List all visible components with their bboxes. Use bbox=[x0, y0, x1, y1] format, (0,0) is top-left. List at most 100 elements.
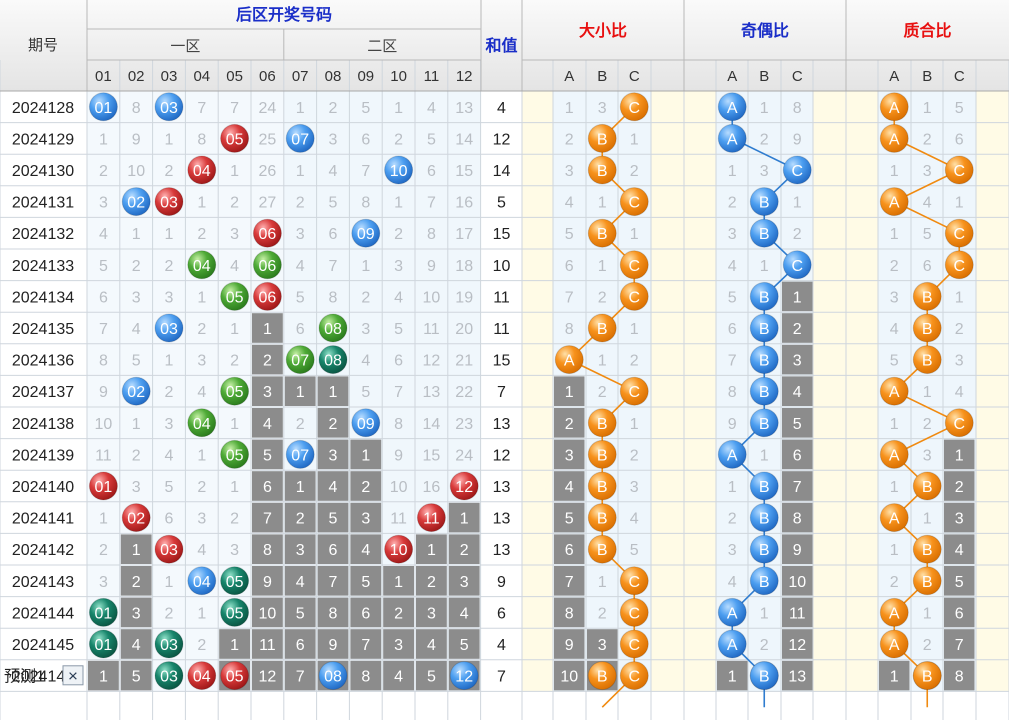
sum-cell: 5 bbox=[497, 195, 506, 212]
number-cell-miss: 1 bbox=[165, 226, 174, 243]
number-cell-miss: 7 bbox=[329, 258, 338, 275]
bigsmall-cell-ball-label: B bbox=[597, 131, 608, 148]
primecomp-pad-left bbox=[846, 91, 878, 692]
number-cell-miss: 3 bbox=[99, 574, 108, 591]
close-icon: × bbox=[68, 667, 78, 686]
number-cell-ball-label: 03 bbox=[160, 195, 178, 212]
number-cell-miss: 24 bbox=[259, 100, 277, 117]
oddeven-cell-miss: 1 bbox=[760, 605, 769, 622]
oddeven-cell-miss: 2 bbox=[760, 131, 769, 148]
number-cell-miss: 2 bbox=[165, 163, 174, 180]
predict-close-button[interactable]: × bbox=[62, 665, 84, 686]
sum-cell: 7 bbox=[497, 669, 506, 686]
number-cell-miss: 1 bbox=[99, 131, 108, 148]
primecomp-cell-ball-label: B bbox=[922, 289, 933, 306]
primecomp-cell-miss: 4 bbox=[955, 384, 964, 401]
bigsmall-cell-stat: 8 bbox=[565, 605, 574, 622]
predict-label: 预测1 bbox=[4, 668, 45, 686]
oddeven-cell-ball-label: B bbox=[759, 574, 770, 591]
bigsmall-cell-ball-label: B bbox=[597, 447, 608, 464]
number-cell-miss: 4 bbox=[394, 289, 403, 306]
number-col-header: 11 bbox=[424, 68, 440, 85]
number-cell-ball-label: 01 bbox=[95, 637, 113, 654]
primecomp-cell-ball-label: A bbox=[889, 195, 900, 212]
number-cell-miss: 1 bbox=[296, 163, 305, 180]
primecomp-cell-stat: 8 bbox=[955, 669, 964, 686]
number-cell-ball-label: 08 bbox=[324, 353, 342, 370]
bigsmall-cell-ball-label: B bbox=[597, 511, 608, 528]
number-cell-miss: 8 bbox=[329, 289, 338, 306]
number-cell-miss: 2 bbox=[99, 542, 108, 559]
primecomp-cell-miss: 3 bbox=[955, 353, 964, 370]
primecomp-cell-miss: 2 bbox=[890, 574, 899, 591]
number-cell-miss: 2 bbox=[165, 605, 174, 622]
bigsmall-col-header: A bbox=[564, 68, 574, 85]
bigsmall-cell-stat: 10 bbox=[560, 669, 578, 686]
number-cell-miss: 5 bbox=[361, 384, 370, 401]
number-cell-miss: 4 bbox=[230, 258, 239, 275]
number-cell-miss: 25 bbox=[259, 131, 277, 148]
number-cell-stat: 4 bbox=[132, 637, 141, 654]
number-cell-stat: 9 bbox=[329, 637, 338, 654]
oddeven-cell-miss: 8 bbox=[728, 384, 737, 401]
oddeven-cell-miss: 4 bbox=[728, 258, 737, 275]
number-cell-ball-label: 03 bbox=[160, 669, 178, 686]
oddeven-cell-miss: 1 bbox=[728, 163, 737, 180]
primecomp-cell-ball-label: C bbox=[953, 226, 965, 243]
oddeven-title: 奇偶比 bbox=[741, 21, 789, 40]
number-cell-miss: 6 bbox=[296, 321, 305, 338]
number-cell-miss: 15 bbox=[423, 447, 441, 464]
number-cell-miss: 1 bbox=[99, 511, 108, 528]
primecomp-cell-miss: 2 bbox=[923, 416, 932, 433]
bigsmall-cell-ball-label: A bbox=[564, 353, 575, 370]
primecomp-cell-stat: 6 bbox=[955, 605, 964, 622]
bigsmall-cell-miss: 7 bbox=[565, 289, 574, 306]
bigsmall-predict-cell-ball-label: B bbox=[597, 669, 608, 686]
primecomp-cell-miss: 2 bbox=[923, 637, 932, 654]
primecomp-pad-right bbox=[976, 91, 1009, 692]
bigsmall-cell-miss: 1 bbox=[565, 100, 574, 117]
bigsmall-cell-ball-label: C bbox=[628, 605, 640, 622]
number-cell-miss: 3 bbox=[197, 511, 206, 528]
number-cell-miss: 7 bbox=[427, 195, 436, 212]
number-cell-miss: 4 bbox=[361, 353, 370, 370]
number-cell-miss: 2 bbox=[197, 226, 206, 243]
oddeven-cell-ball-label: B bbox=[759, 321, 770, 338]
oddeven-cell-ball-label: B bbox=[759, 416, 770, 433]
number-cell-ball-label: 04 bbox=[193, 163, 211, 180]
number-cell-miss: 21 bbox=[455, 353, 473, 370]
period-cell: 2024135 bbox=[12, 321, 74, 338]
number-cell-miss: 1 bbox=[361, 258, 370, 275]
period-cell: 2024140 bbox=[12, 479, 74, 496]
number-cell-stat: 2 bbox=[460, 542, 469, 559]
oddeven-cell-miss: 8 bbox=[793, 100, 802, 117]
number-col-header: 06 bbox=[259, 68, 276, 85]
sum-cell: 10 bbox=[493, 258, 511, 275]
number-cell-stat: 6 bbox=[361, 605, 370, 622]
primecomp-cell-miss: 1 bbox=[890, 416, 899, 433]
number-cell-miss: 10 bbox=[95, 416, 113, 433]
number-cell-miss: 8 bbox=[427, 226, 436, 243]
number-col-header: 05 bbox=[226, 68, 243, 85]
primecomp-cell-miss: 1 bbox=[890, 479, 899, 496]
period-cell: 2024136 bbox=[12, 353, 74, 370]
number-cell-miss: 7 bbox=[230, 100, 239, 117]
predict-number-cell-ball-label: 08 bbox=[324, 669, 342, 686]
number-cell-miss: 1 bbox=[165, 574, 174, 591]
number-col-header: 09 bbox=[357, 68, 374, 85]
back-zone-title: 后区开奖号码 bbox=[236, 5, 332, 24]
oddeven-cell-ball-label: B bbox=[759, 511, 770, 528]
primecomp-cell-ball-label: A bbox=[889, 100, 900, 117]
bigsmall-cell-miss: 5 bbox=[630, 542, 639, 559]
sum-cell: 13 bbox=[493, 542, 511, 559]
oddeven-cell-stat: 2 bbox=[793, 321, 802, 338]
number-cell-miss: 6 bbox=[427, 163, 436, 180]
oddeven-cell-stat: 10 bbox=[788, 574, 806, 591]
sum-cell: 12 bbox=[493, 131, 511, 148]
primecomp-cell-miss: 4 bbox=[923, 195, 932, 212]
oddeven-col-header: B bbox=[759, 68, 769, 85]
number-col-header: 12 bbox=[456, 68, 473, 85]
period-cell: 2024141 bbox=[12, 511, 74, 528]
oddeven-cell-ball-label: B bbox=[759, 195, 770, 212]
period-cell: 2024134 bbox=[12, 289, 74, 306]
